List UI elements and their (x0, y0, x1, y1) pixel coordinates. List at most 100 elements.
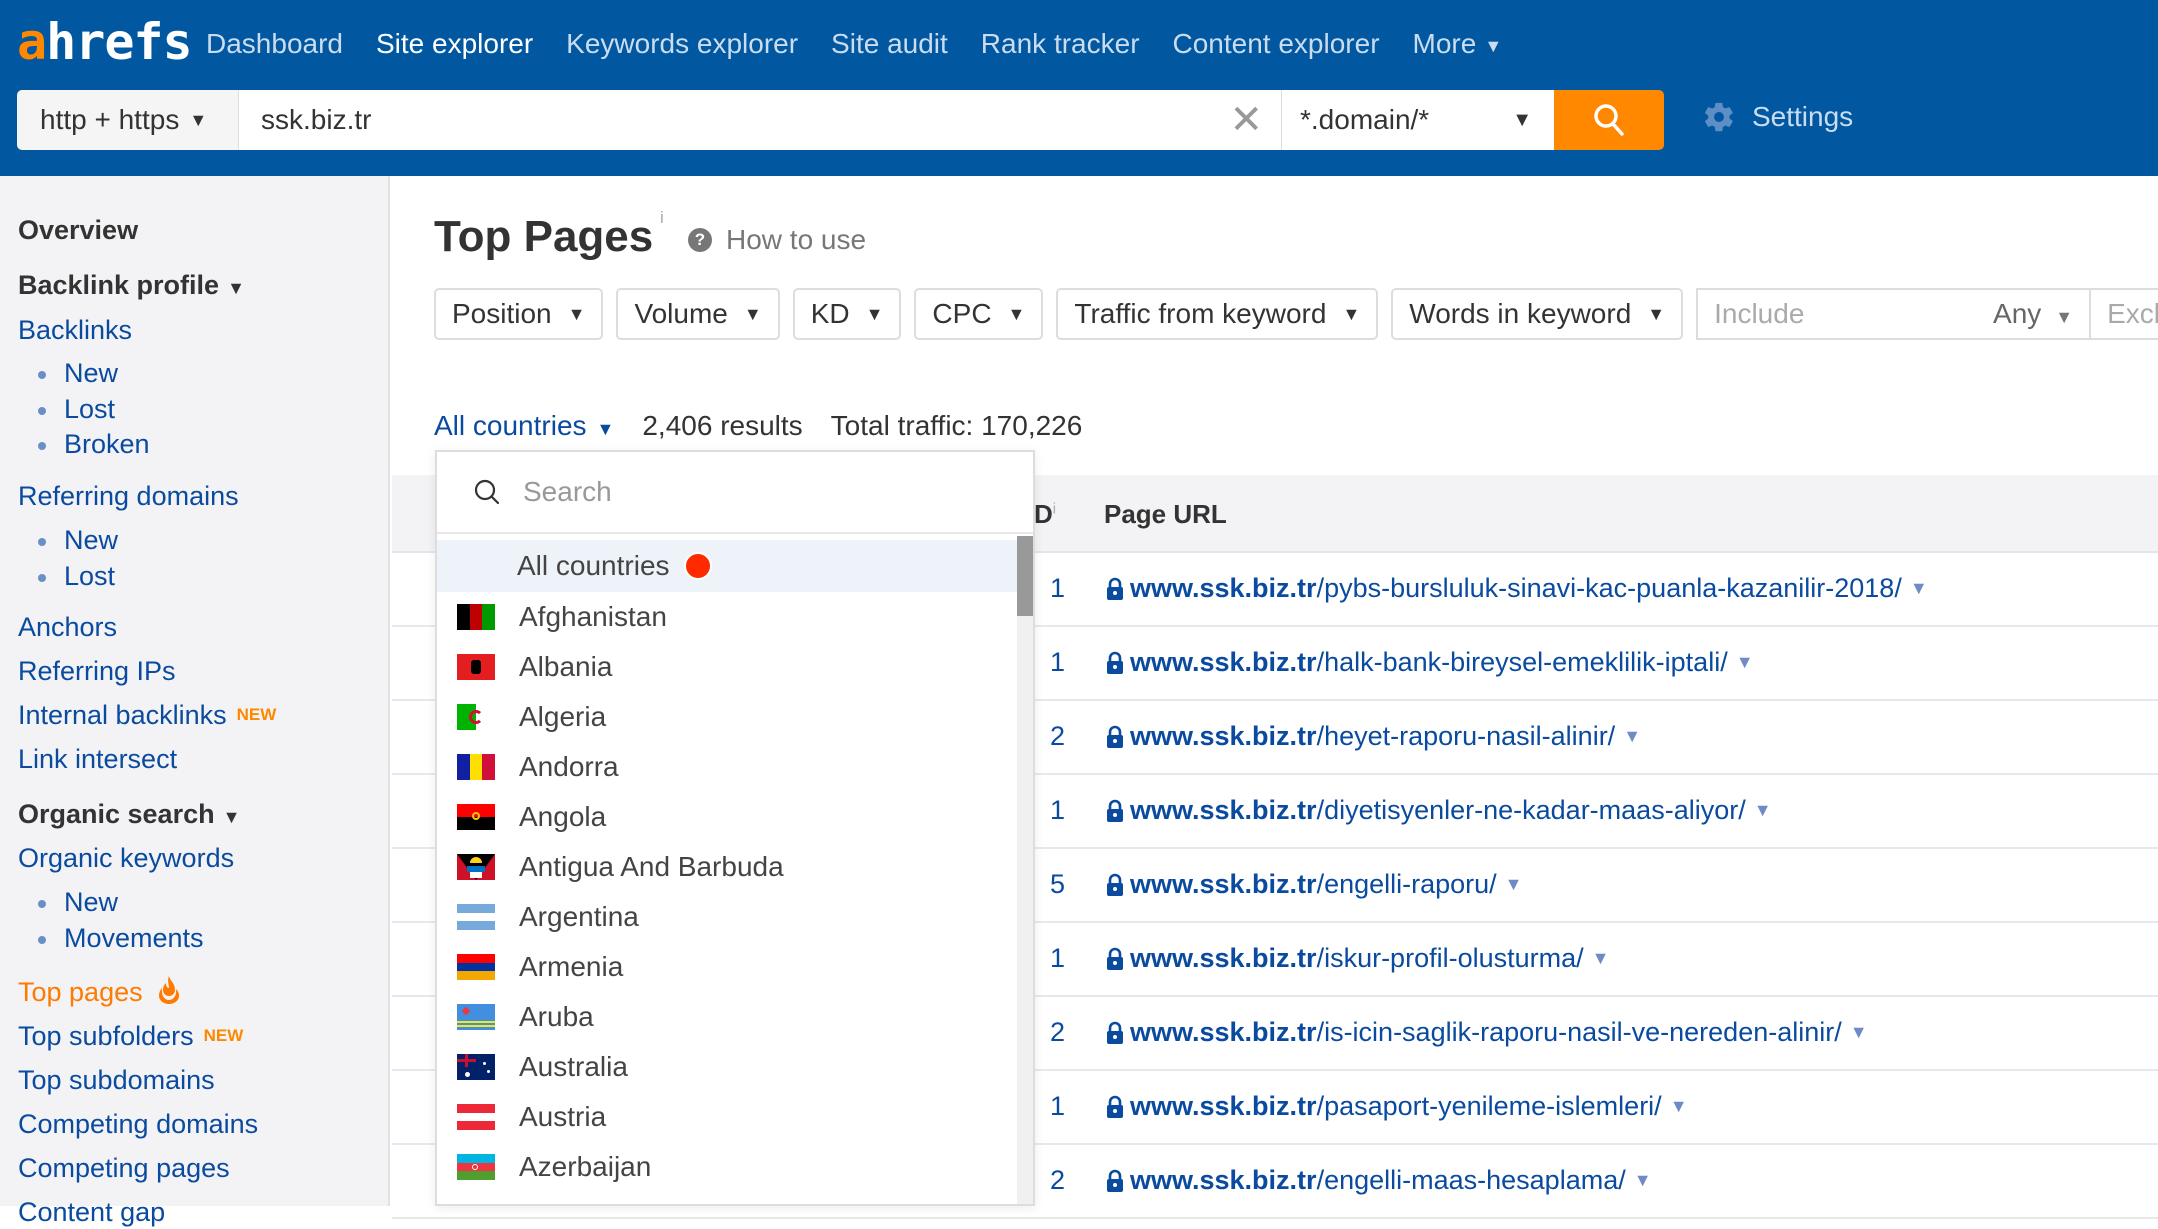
caret-down-icon[interactable]: ▼ (1670, 1096, 1688, 1117)
country-selector[interactable]: All countries ▼ (434, 410, 614, 442)
settings-button[interactable]: Settings (1702, 100, 1853, 134)
caret-down-icon: ▼ (743, 303, 762, 324)
country-option[interactable]: Aruba (437, 992, 1019, 1042)
sidebar-item-backlinks-new[interactable]: New (38, 356, 118, 390)
sidebar-item-top-pages[interactable]: Top pages (18, 975, 180, 1009)
sidebar-item-rd-lost[interactable]: Lost (38, 559, 115, 593)
page-url-link[interactable]: www.ssk.biz.tr/engelli-maas-hesaplama/ ▼ (1106, 1165, 1652, 1196)
kd-value: 1 (1050, 573, 1066, 603)
filter-kd[interactable]: KD ▼ (792, 288, 902, 340)
page-url-link[interactable]: www.ssk.biz.tr/pybs-bursluluk-sinavi-kac… (1106, 573, 1928, 604)
country-option-all[interactable]: All countries (437, 540, 1019, 592)
nav-content-explorer[interactable]: Content explorer (1173, 24, 1380, 66)
caret-down-icon[interactable]: ▼ (1634, 1170, 1652, 1191)
caret-down-icon[interactable]: ▼ (1754, 800, 1772, 821)
ahrefs-logo[interactable]: ahrefs (17, 14, 193, 70)
sidebar-item-top-subfolders[interactable]: Top subfolders NEW (18, 1019, 243, 1053)
nav-rank-tracker[interactable]: Rank tracker (981, 24, 1140, 66)
country-option[interactable]: Antigua And Barbuda (437, 842, 1019, 892)
caret-down-icon[interactable]: ▼ (1910, 578, 1928, 599)
country-option[interactable]: Australia (437, 1042, 1019, 1092)
sidebar-item-content-gap[interactable]: Content gap (18, 1195, 165, 1229)
sidebar-item-organic-keywords[interactable]: Organic keywords (18, 841, 234, 875)
info-icon[interactable]: i (660, 208, 664, 228)
page-url-link[interactable]: www.ssk.biz.tr/engelli-raporu/ ▼ (1106, 869, 1523, 900)
exclude-input[interactable]: Exclude (2091, 288, 2158, 340)
column-header-page-url[interactable]: Page URL (1104, 499, 1227, 530)
mode-select[interactable]: *.domain/* ▼ (1282, 90, 1554, 150)
target-input[interactable]: ssk.biz.tr ✕ (239, 90, 1282, 150)
lock-icon (1107, 725, 1123, 748)
bullet-icon (38, 406, 46, 415)
page-url-link[interactable]: www.ssk.biz.tr/halk-bank-bireysel-emekli… (1106, 647, 1754, 678)
protocol-select[interactable]: http + https ▼ (17, 90, 239, 150)
nav-site-audit[interactable]: Site audit (831, 24, 948, 66)
sidebar-item-link-intersect[interactable]: Link intersect (18, 742, 177, 776)
country-option[interactable]: Angola (437, 792, 1019, 842)
sidebar-item-ok-movements[interactable]: Movements (38, 921, 204, 955)
filter-volume[interactable]: Volume ▼ (616, 288, 780, 340)
kd-value: 2 (1050, 721, 1066, 751)
search-icon (1594, 104, 1624, 136)
sidebar-item-competing-domains[interactable]: Competing domains (18, 1107, 258, 1141)
sidebar-item-referring-ips[interactable]: Referring IPs (18, 654, 176, 688)
column-header-kd[interactable]: Di (1034, 499, 1056, 530)
sidebar-item-rd-new[interactable]: New (38, 523, 118, 557)
sidebar-item-internal-backlinks[interactable]: Internal backlinks NEW (18, 698, 276, 732)
country-option[interactable]: Afghanistan (437, 592, 1019, 642)
sidebar-item-overview[interactable]: Overview (18, 213, 138, 247)
bullet-icon (38, 441, 46, 450)
country-option[interactable]: Andorra (437, 742, 1019, 792)
search-button[interactable] (1554, 90, 1664, 150)
filter-position[interactable]: Position ▼ (434, 288, 604, 340)
clear-icon[interactable]: ✕ (1229, 100, 1263, 140)
how-to-use-link[interactable]: ? How to use (688, 224, 866, 256)
scrollbar-thumb[interactable] (1017, 536, 1033, 616)
country-option[interactable]: Argentina (437, 892, 1019, 942)
sidebar-section-organic-search[interactable]: Organic search ▼ (18, 797, 240, 834)
url-path: /engelli-maas-hesaplama/ (1316, 1165, 1626, 1195)
filter-traffic-from-keyword[interactable]: Traffic from keyword ▼ (1056, 288, 1379, 340)
caret-down-icon[interactable]: ▼ (1623, 726, 1641, 747)
page-url-link[interactable]: www.ssk.biz.tr/pasaport-yenileme-islemle… (1106, 1091, 1688, 1122)
sidebar-item-ok-new[interactable]: New (38, 885, 118, 919)
results-count: 2,406 results (642, 410, 803, 441)
sidebar-section-backlink-profile[interactable]: Backlink profile ▼ (18, 268, 245, 305)
nav-keywords-explorer[interactable]: Keywords explorer (566, 24, 798, 66)
dropdown-scrollbar[interactable] (1017, 536, 1033, 1204)
page-url-link[interactable]: www.ssk.biz.tr/diyetisyenler-ne-kadar-ma… (1106, 795, 1772, 826)
country-option[interactable]: Algeria (437, 692, 1019, 742)
nav-site-explorer[interactable]: Site explorer (376, 24, 533, 66)
sidebar: Overview Backlink profile ▼ Backlinks New… (0, 176, 390, 1227)
country-search-input[interactable]: Search (437, 452, 1033, 534)
country-option[interactable]: Azerbaijan (437, 1142, 1019, 1192)
page-url-link[interactable]: www.ssk.biz.tr/iskur-profil-olusturma/ ▼ (1106, 943, 1609, 974)
include-input[interactable]: Include Any ▼ (1696, 288, 2092, 340)
nav-more[interactable]: More ▼ (1413, 24, 1503, 66)
sidebar-item-anchors[interactable]: Anchors (18, 610, 117, 644)
url-path: /iskur-profil-olusturma/ (1316, 943, 1584, 973)
page-url-link[interactable]: www.ssk.biz.tr/is-icin-saglik-raporu-nas… (1106, 1017, 1868, 1048)
caret-down-icon[interactable]: ▼ (1850, 1022, 1868, 1043)
nav-dashboard[interactable]: Dashboard (206, 24, 343, 66)
caret-down-icon[interactable]: ▼ (1505, 874, 1523, 895)
page-url-link[interactable]: www.ssk.biz.tr/heyet-raporu-nasil-alinir… (1106, 721, 1641, 752)
sidebar-item-backlinks-broken[interactable]: Broken (38, 427, 150, 461)
url-path: /pybs-bursluluk-sinavi-kac-puanla-kazani… (1316, 573, 1902, 603)
caret-down-icon: ▼ (1512, 108, 1532, 131)
sidebar-item-top-subdomains[interactable]: Top subdomains (18, 1063, 215, 1097)
caret-down-icon: ▼ (2055, 307, 2074, 327)
caret-down-icon[interactable]: ▼ (1592, 948, 1610, 969)
sidebar-item-referring-domains[interactable]: Referring domains (18, 479, 239, 513)
country-option[interactable]: Austria (437, 1092, 1019, 1142)
country-option[interactable]: Armenia (437, 942, 1019, 992)
country-option[interactable]: Albania (437, 642, 1019, 692)
sidebar-item-backlinks-lost[interactable]: Lost (38, 392, 115, 426)
filter-cpc[interactable]: CPC ▼ (914, 288, 1044, 340)
filter-words-in-keyword[interactable]: Words in keyword ▼ (1391, 288, 1684, 340)
help-icon: ? (688, 228, 712, 252)
sidebar-item-backlinks[interactable]: Backlinks (18, 313, 132, 347)
sidebar-item-competing-pages[interactable]: Competing pages (18, 1151, 230, 1185)
caret-down-icon[interactable]: ▼ (1736, 652, 1754, 673)
include-mode-select[interactable]: Any ▼ (1993, 298, 2073, 330)
